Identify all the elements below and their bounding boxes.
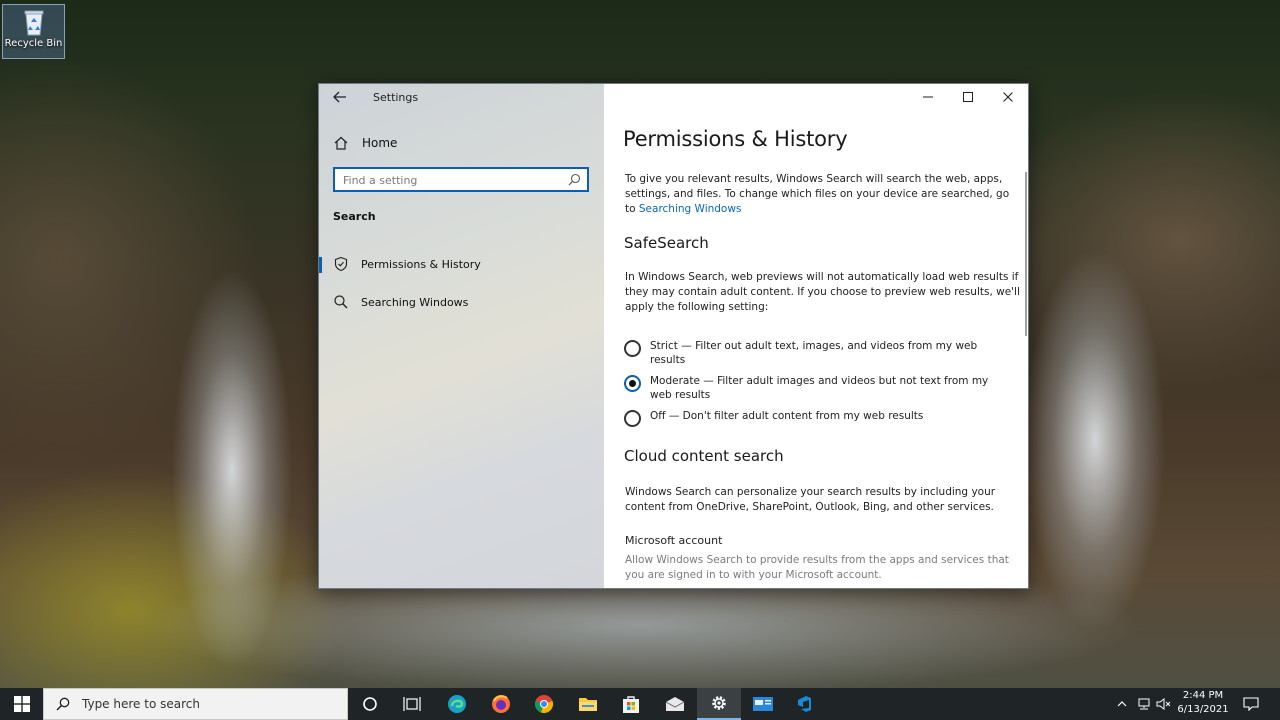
find-setting-search[interactable] bbox=[333, 167, 589, 192]
task-view-icon bbox=[403, 697, 421, 711]
recycle-bin-label: Recycle Bin bbox=[4, 38, 63, 49]
windows-logo-icon bbox=[13, 696, 30, 712]
cortana-button[interactable] bbox=[348, 688, 392, 720]
show-hidden-icons-button[interactable] bbox=[1112, 688, 1132, 720]
notification-icon bbox=[1243, 697, 1259, 711]
sidebar-item-searching-windows[interactable]: Searching Windows bbox=[319, 288, 604, 316]
edge-icon bbox=[448, 695, 466, 713]
searching-windows-link[interactable]: Searching Windows bbox=[639, 203, 742, 215]
chevron-up-icon bbox=[1117, 701, 1127, 707]
minimize-button[interactable] bbox=[908, 84, 948, 110]
network-button[interactable] bbox=[1134, 688, 1154, 720]
find-setting-input[interactable] bbox=[335, 170, 555, 191]
network-icon bbox=[1138, 698, 1150, 710]
recycle-bin[interactable]: Recycle Bin bbox=[2, 4, 65, 59]
action-center-button[interactable] bbox=[1240, 688, 1262, 720]
radio-off[interactable]: Off — Don't filter adult content from my… bbox=[624, 409, 1010, 427]
app-icon bbox=[753, 697, 773, 711]
settings-button[interactable] bbox=[697, 688, 741, 720]
maximize-button[interactable] bbox=[948, 84, 988, 110]
settings-sidebar: Settings Home Search Permissions & Histo… bbox=[319, 84, 604, 588]
radio-label: Strict — Filter out adult text, images, … bbox=[650, 340, 978, 366]
cloud-search-heading: Cloud content search bbox=[624, 447, 784, 465]
intro-text: To give you relevant results, Windows Se… bbox=[625, 172, 1020, 217]
clock-time: 2:44 PM bbox=[1182, 690, 1224, 701]
edge-button[interactable] bbox=[435, 688, 479, 720]
file-explorer-icon bbox=[579, 698, 597, 711]
recycle-bin-icon bbox=[24, 10, 43, 36]
sidebar-item-permissions-history[interactable]: Permissions & History bbox=[319, 250, 604, 278]
store-icon bbox=[623, 696, 639, 713]
search-icon bbox=[56, 697, 70, 711]
sidebar-item-label: Searching Windows bbox=[361, 295, 469, 309]
radio-button-checked[interactable] bbox=[624, 375, 641, 392]
firefox-button[interactable] bbox=[479, 688, 523, 720]
radio-dot bbox=[629, 380, 636, 387]
taskbar-search-placeholder: Type here to search bbox=[82, 697, 200, 711]
chrome-button[interactable] bbox=[522, 688, 566, 720]
safesearch-heading: SafeSearch bbox=[624, 234, 709, 252]
radio-moderate[interactable]: Moderate — Filter adult images and video… bbox=[624, 374, 1010, 402]
microsoft-account-label: Microsoft account bbox=[625, 534, 723, 547]
safesearch-description: In Windows Search, web previews will not… bbox=[625, 271, 1020, 313]
start-button[interactable] bbox=[0, 688, 43, 720]
maximize-icon bbox=[963, 92, 973, 102]
app-button[interactable] bbox=[741, 688, 785, 720]
home-icon bbox=[334, 136, 348, 150]
radio-strict[interactable]: Strict — Filter out adult text, images, … bbox=[624, 339, 1010, 367]
taskbar-clock[interactable]: 2:44 PM 6/13/2021 bbox=[1168, 689, 1238, 717]
cortana-icon bbox=[363, 697, 377, 711]
sidebar-item-label: Permissions & History bbox=[361, 257, 481, 271]
minimize-icon bbox=[923, 96, 933, 98]
chrome-icon bbox=[534, 695, 554, 714]
clock-date: 6/13/2021 bbox=[1177, 704, 1229, 715]
back-arrow-icon[interactable] bbox=[331, 88, 349, 106]
settings-content: Permissions & History To give you releva… bbox=[604, 84, 1028, 588]
azure-devops-icon bbox=[798, 696, 811, 712]
settings-window: Settings Home Search Permissions & Histo… bbox=[318, 83, 1029, 589]
taskbar-search-box[interactable]: Type here to search bbox=[43, 688, 348, 720]
close-button[interactable] bbox=[988, 84, 1028, 110]
radio-label: Off — Don't filter adult content from my… bbox=[650, 410, 924, 422]
selected-indicator bbox=[319, 257, 322, 273]
microsoft-account-description: Allow Windows Search to provide results … bbox=[625, 554, 1009, 581]
mail-button[interactable] bbox=[653, 688, 697, 720]
radio-label: Moderate — Filter adult images and video… bbox=[650, 375, 989, 401]
home-link[interactable]: Home bbox=[333, 132, 397, 154]
scrollbar[interactable] bbox=[1025, 172, 1027, 336]
window-title: Settings bbox=[373, 91, 419, 104]
search-icon bbox=[334, 295, 348, 309]
gear-icon bbox=[712, 696, 726, 710]
search-icon[interactable] bbox=[568, 173, 581, 186]
store-button[interactable] bbox=[609, 688, 653, 720]
close-icon bbox=[1003, 92, 1013, 102]
radio-button[interactable] bbox=[624, 410, 641, 427]
radio-button[interactable] bbox=[624, 340, 641, 357]
task-view-button[interactable] bbox=[390, 688, 434, 720]
mail-icon bbox=[665, 697, 685, 711]
title-bar: Settings bbox=[319, 84, 604, 110]
page-title: Permissions & History bbox=[623, 127, 848, 151]
file-explorer-button[interactable] bbox=[566, 688, 610, 720]
firefox-icon bbox=[492, 695, 510, 713]
devops-button[interactable] bbox=[784, 688, 828, 720]
shield-icon bbox=[334, 256, 348, 272]
section-label-search: Search bbox=[333, 210, 376, 223]
cloud-search-description: Windows Search can personalize your sear… bbox=[625, 486, 996, 513]
home-label: Home bbox=[362, 136, 398, 150]
